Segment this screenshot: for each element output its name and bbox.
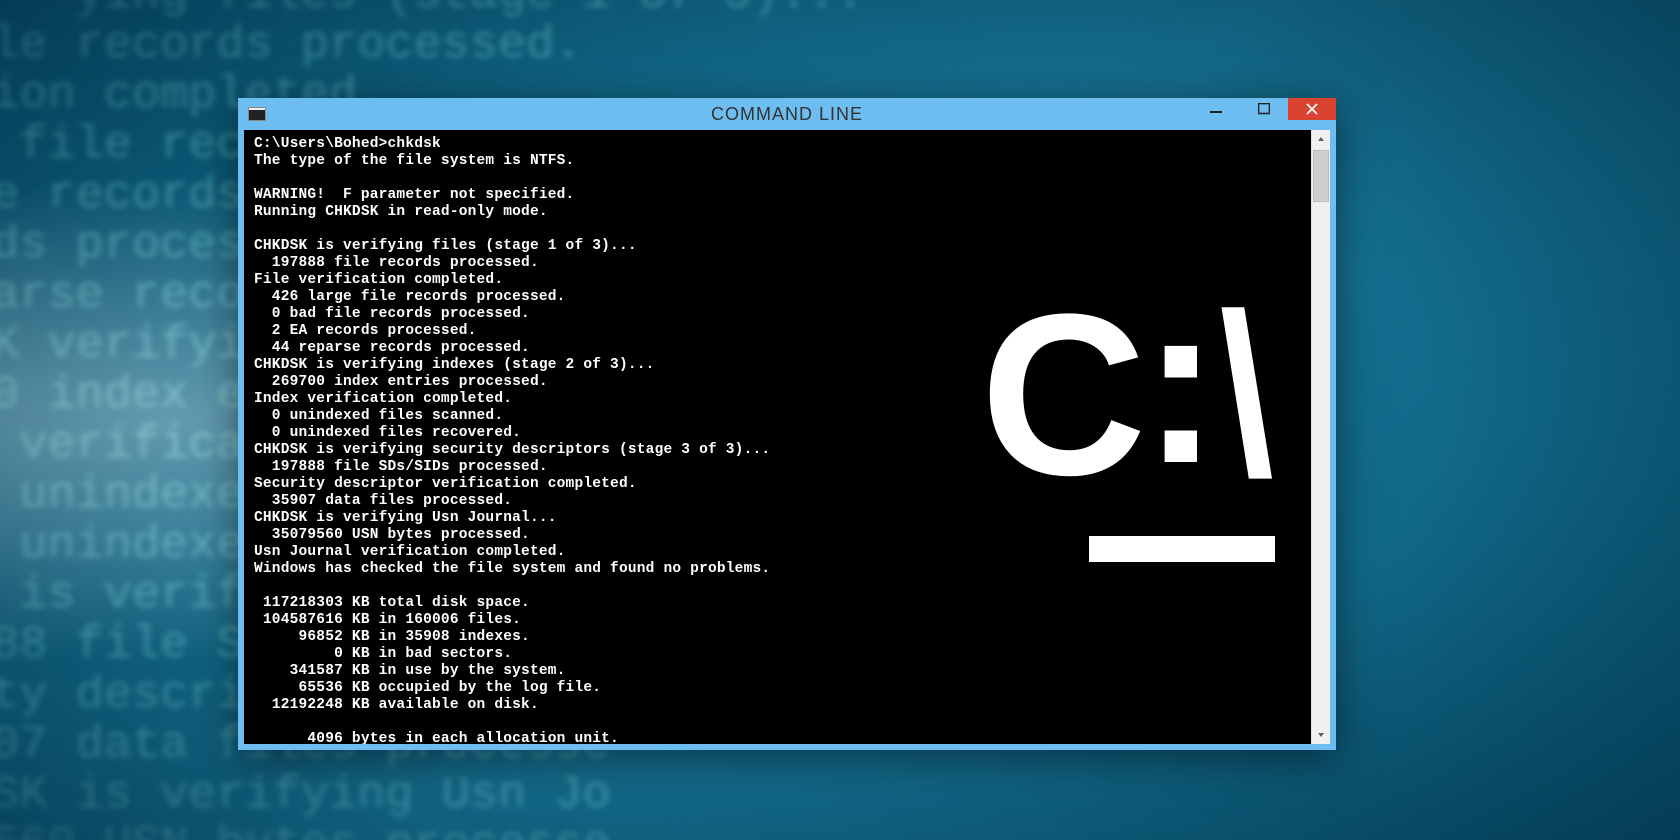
- chevron-down-icon: [1317, 731, 1325, 739]
- scroll-down-button[interactable]: [1312, 726, 1330, 744]
- window-controls: [1192, 98, 1336, 122]
- vertical-scrollbar[interactable]: [1311, 130, 1330, 744]
- close-button[interactable]: [1288, 98, 1336, 120]
- minimize-button[interactable]: [1192, 98, 1240, 120]
- minimize-icon: [1210, 103, 1222, 115]
- scrollbar-thumb[interactable]: [1313, 150, 1329, 202]
- terminal-output: C:\Users\Bohed>chkdsk The type of the fi…: [254, 136, 770, 744]
- command-line-window: COMMAND LINE C:\Users\Bohed>chkdsk The t…: [238, 98, 1336, 750]
- terminal-area[interactable]: C:\Users\Bohed>chkdsk The type of the fi…: [244, 130, 1311, 744]
- window-title: COMMAND LINE: [238, 104, 1336, 125]
- decorative-cursor-overlay: [1089, 536, 1275, 562]
- maximize-icon: [1258, 103, 1270, 115]
- window-client-frame: C:\Users\Bohed>chkdsk The type of the fi…: [238, 130, 1336, 750]
- chevron-up-icon: [1317, 135, 1325, 143]
- stage: ying files (stage 1 of 3)... ile records…: [0, 0, 1680, 840]
- titlebar[interactable]: COMMAND LINE: [238, 98, 1336, 130]
- scroll-up-button[interactable]: [1312, 130, 1330, 148]
- console-client-area: C:\Users\Bohed>chkdsk The type of the fi…: [244, 130, 1330, 744]
- maximize-button[interactable]: [1240, 98, 1288, 120]
- close-icon: [1306, 103, 1318, 115]
- decorative-prompt-overlay: C:\: [980, 280, 1275, 510]
